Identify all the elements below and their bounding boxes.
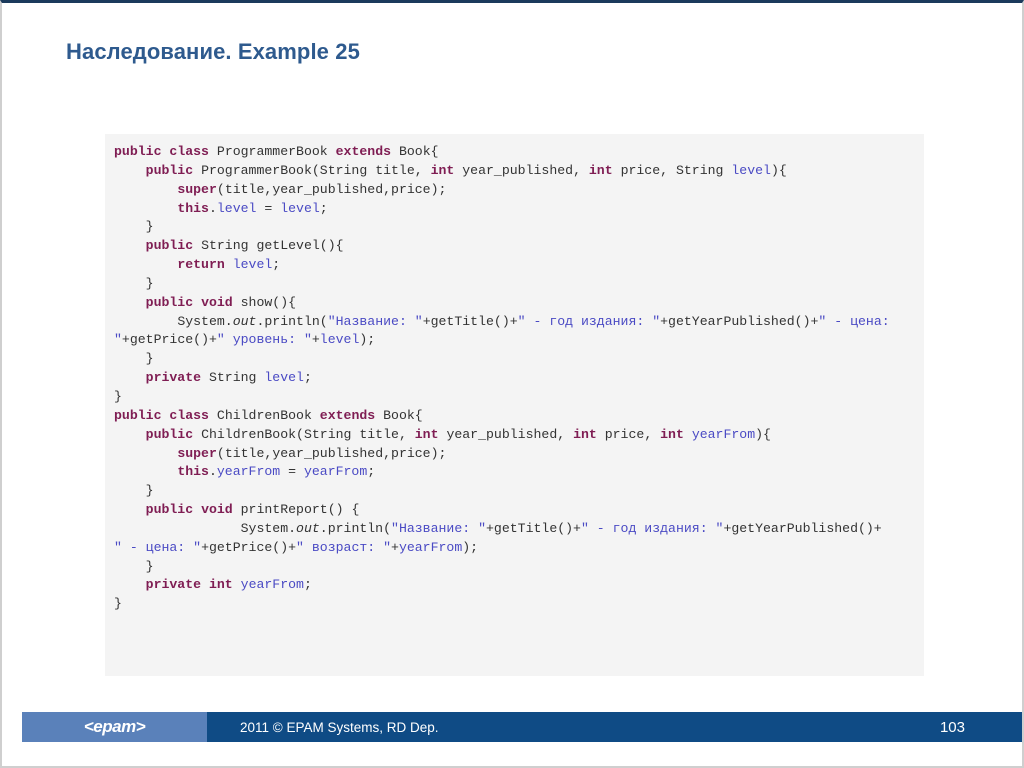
footer-bar: 2011 © EPAM Systems, RD Dep. 103 xyxy=(207,712,1022,742)
footer: <epam> 2011 © EPAM Systems, RD Dep. 103 xyxy=(2,712,1022,742)
page-title: Наследование. Example 25 xyxy=(66,39,360,64)
slide: Наследование. Example 25 public class Pr… xyxy=(0,0,1024,768)
epam-logo: <epam> xyxy=(83,717,146,736)
epam-logo-zone: <epam> xyxy=(22,712,207,742)
footer-left-spacer xyxy=(2,712,22,742)
code-listing: public class ProgrammerBook extends Book… xyxy=(114,144,898,612)
page-number: 103 xyxy=(939,718,965,736)
copyright-text: 2011 © EPAM Systems, RD Dep. xyxy=(240,719,439,735)
code-block: public class ProgrammerBook extends Book… xyxy=(105,134,924,676)
